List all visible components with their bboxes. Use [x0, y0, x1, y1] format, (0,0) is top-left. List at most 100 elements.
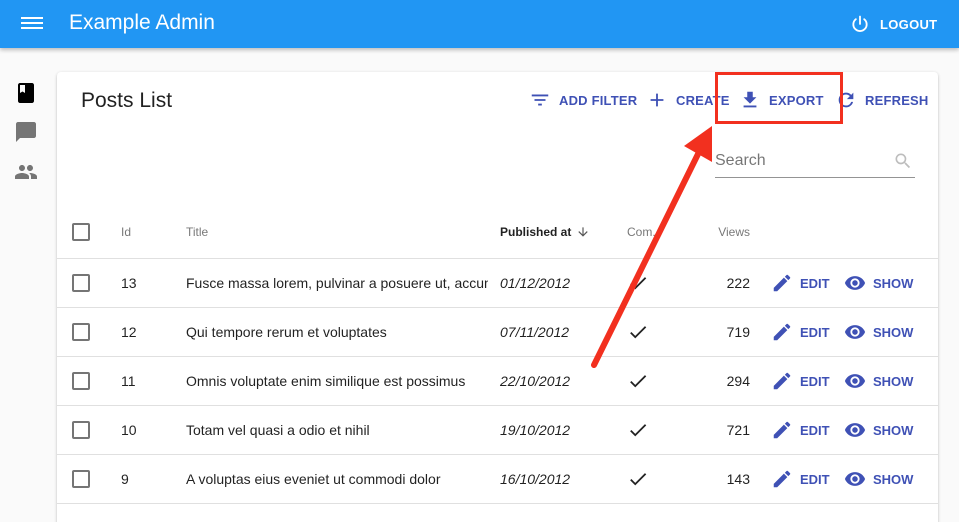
cell-views: 143 — [726, 471, 750, 487]
column-header-published-at[interactable]: Published at — [500, 206, 590, 258]
search-input[interactable] — [715, 148, 885, 174]
show-button[interactable]: SHOW — [844, 259, 913, 307]
sidebar-item-posts[interactable] — [14, 81, 38, 105]
posts-list-card: Posts List ADD FILTER CREATE EXPORT REFR… — [57, 72, 938, 522]
column-header-published-at-label: Published at — [500, 225, 572, 239]
check-icon — [630, 326, 647, 339]
edit-label: EDIT — [800, 373, 830, 389]
cell-id: 10 — [121, 422, 137, 438]
show-button[interactable]: SHOW — [844, 308, 913, 356]
sidebar-item-comments[interactable] — [14, 120, 38, 144]
app-title: Example Admin — [69, 11, 215, 34]
column-header-commentable[interactable]: Com. — [627, 206, 657, 258]
table-row[interactable]: 11 Omnis voluptate enim similique est pos… — [57, 357, 938, 406]
pencil-icon — [773, 372, 791, 390]
column-header-id[interactable]: Id — [121, 206, 131, 258]
logout-label: LOGOUT — [880, 16, 938, 32]
column-header-title[interactable]: Title — [186, 206, 488, 258]
cell-published-at: 22/10/2012 — [500, 373, 571, 389]
add-filter-button[interactable]: ADD FILTER — [529, 90, 637, 110]
eye-icon — [844, 472, 866, 486]
logout-button[interactable]: LOGOUT — [850, 13, 937, 35]
row-checkbox[interactable] — [72, 323, 90, 341]
cell-id: 11 — [121, 373, 136, 389]
check-icon — [630, 375, 647, 388]
eye-icon — [844, 276, 866, 290]
search-icon — [895, 153, 911, 169]
power-icon — [852, 15, 868, 32]
row-select-cell — [72, 455, 90, 503]
check-icon — [630, 424, 647, 437]
pencil-icon — [773, 421, 791, 439]
eye-icon — [844, 374, 866, 388]
edit-label: EDIT — [800, 471, 830, 487]
row-checkbox[interactable] — [72, 372, 90, 390]
cell-views: 719 — [726, 324, 750, 340]
show-label: SHOW — [873, 275, 914, 291]
cell-commentable — [627, 455, 657, 503]
edit-button[interactable]: EDIT — [771, 406, 830, 454]
select-all-cell — [72, 206, 90, 258]
cell-commentable — [627, 406, 657, 454]
pencil-icon — [773, 470, 791, 488]
edit-label: EDIT — [800, 422, 830, 438]
sidebar-item-users[interactable] — [14, 160, 38, 184]
table-row[interactable]: 12 Qui tempore rerum et voluptates 07/11/2… — [57, 308, 938, 357]
page-title: Posts List — [81, 89, 173, 112]
search-field — [715, 148, 915, 178]
cell-id: 12 — [121, 324, 137, 340]
cell-commentable — [627, 259, 657, 307]
cell-title: Omnis voluptate enim similique est possi… — [186, 373, 466, 389]
row-checkbox[interactable] — [72, 274, 90, 292]
table-row[interactable]: 13 Fusce massa lorem, pulvinar a posuere … — [57, 259, 938, 308]
check-icon — [630, 473, 647, 486]
show-label: SHOW — [873, 324, 914, 340]
sidebar — [0, 48, 52, 522]
table-row[interactable]: 9 A voluptas eius eveniet ut commodi dolo… — [57, 455, 938, 504]
pencil-icon — [773, 274, 791, 292]
table-row[interactable]: 10 Totam vel quasi a odio et nihil 19/10/2… — [57, 406, 938, 455]
row-checkbox[interactable] — [72, 470, 90, 488]
edit-label: EDIT — [800, 324, 830, 340]
show-button[interactable]: SHOW — [844, 406, 913, 454]
show-button[interactable]: SHOW — [844, 455, 913, 503]
row-select-cell — [72, 308, 90, 356]
edit-button[interactable]: EDIT — [771, 357, 830, 405]
cell-title: A voluptas eius eveniet ut commodi dolor — [186, 471, 441, 487]
cell-id: 9 — [121, 471, 129, 487]
menu-icon[interactable] — [21, 14, 43, 34]
edit-button[interactable]: EDIT — [771, 308, 830, 356]
arrow-down-icon — [578, 227, 589, 237]
cell-views: 294 — [726, 373, 750, 389]
check-icon — [630, 277, 647, 290]
book-icon — [18, 83, 34, 103]
column-header-views[interactable]: Views — [697, 206, 750, 258]
show-button[interactable]: SHOW — [844, 357, 913, 405]
refresh-label: REFRESH — [865, 92, 929, 108]
edit-label: EDIT — [800, 275, 830, 291]
show-label: SHOW — [873, 471, 914, 487]
row-select-cell — [72, 259, 90, 307]
eye-icon — [844, 423, 866, 437]
row-checkbox[interactable] — [72, 421, 90, 439]
edit-button[interactable]: EDIT — [771, 455, 830, 503]
comment-icon — [16, 122, 36, 142]
show-label: SHOW — [873, 373, 914, 389]
cell-published-at: 16/10/2012 — [500, 471, 571, 487]
annotation-highlight-box — [715, 72, 843, 124]
edit-button[interactable]: EDIT — [771, 259, 830, 307]
cell-commentable — [627, 357, 657, 405]
eye-icon — [844, 325, 866, 339]
refresh-button[interactable]: REFRESH — [835, 90, 929, 110]
cell-views: 222 — [726, 275, 750, 291]
table-header-row: Id Title Published at Com. Views — [57, 206, 938, 259]
cell-published-at: 19/10/2012 — [500, 422, 571, 438]
people-icon — [15, 165, 37, 179]
cell-published-at: 01/12/2012 — [500, 275, 571, 291]
select-all-checkbox[interactable] — [72, 223, 90, 241]
cell-title: Totam vel quasi a odio et nihil — [186, 422, 370, 438]
app-bar: Example Admin LOGOUT — [0, 0, 959, 48]
cell-id: 13 — [121, 275, 137, 291]
row-select-cell — [72, 357, 90, 405]
cell-title: Fusce massa lorem, pulvinar a posuere ut… — [186, 275, 488, 291]
